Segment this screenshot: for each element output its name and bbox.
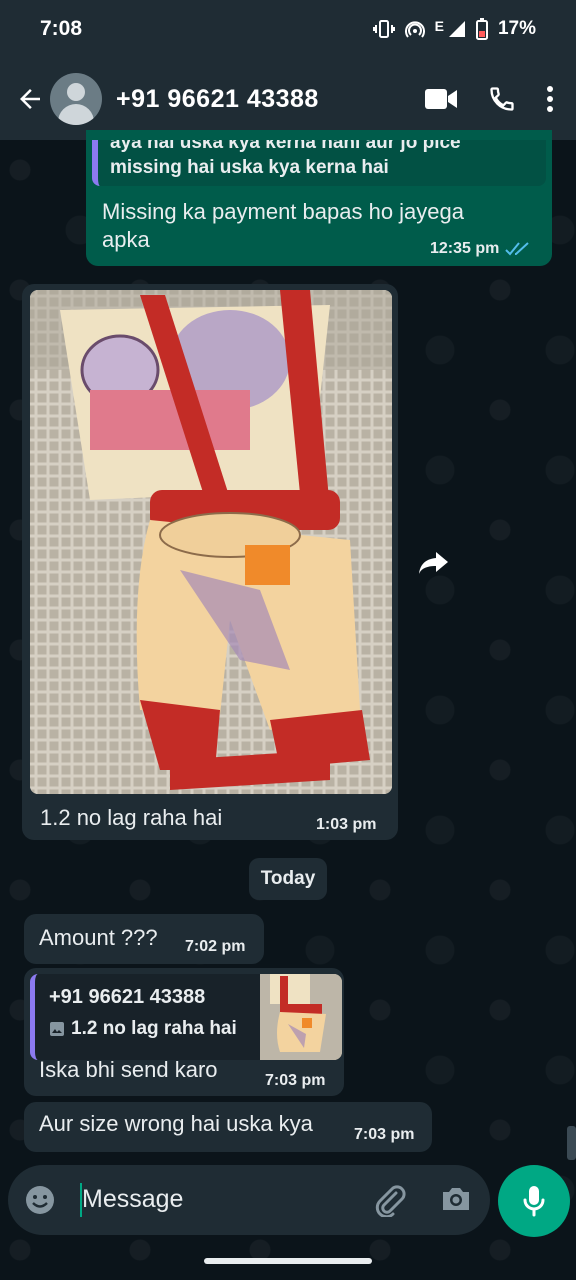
message-time: 1:03 pm [316,816,377,833]
emoji-icon [26,1186,54,1214]
mic-icon [523,1186,545,1217]
more-options-button[interactable] [546,85,554,113]
contact-name[interactable]: +91 96621 43388 [116,85,424,114]
reply-quote-text: 1.2 no lag raha hai [71,1018,237,1039]
more-vert-icon [547,86,553,112]
signal-icon [448,21,465,37]
status-bar: 7:08 E 17% [0,0,576,58]
incoming-message[interactable]: Amount ??? 7:02 pm [24,914,264,964]
battery-icon [475,18,488,40]
status-time: 7:08 [40,17,83,40]
avatar[interactable] [50,73,102,125]
camera-icon [443,1188,469,1210]
date-chip: Today [249,858,327,900]
video-call-button[interactable] [424,87,458,111]
image-caption: 1.2 no lag raha hai [40,805,223,830]
message-meta: 12:35 pm [430,240,531,258]
forward-icon [419,552,448,574]
image-icon [50,1022,64,1036]
message-time: 12:35 pm [430,240,500,257]
chat-header: +91 96621 43388 [0,58,576,140]
status-icons: E 17% [372,18,536,40]
voice-message-button[interactable] [498,1165,570,1237]
message-time: 7:02 pm [185,938,246,955]
reply-quote-content: 1.2 no lag raha hai [49,1018,237,1040]
scroll-handle[interactable] [567,1126,576,1160]
chat-screen: 7:08 E 17% +91 96621 43388 aya hai uska … [0,0,576,1280]
incoming-message[interactable]: Aur size wrong hai uska kya 7:03 pm [24,1102,432,1152]
quoted-line-2: missing hai uska kya kerna hai [110,157,389,178]
network-type: E [434,18,444,34]
message-text: Iska bhi send karo [39,1057,218,1082]
reply-quote-author: +91 96621 43388 [49,986,206,1008]
vibrate-icon [372,20,395,38]
battery-percent: 17% [497,18,536,39]
emoji-button[interactable] [24,1184,56,1221]
message-input[interactable]: Message [82,1185,183,1214]
back-arrow-icon [20,89,40,109]
image-message[interactable]: 1.2 no lag raha hai 1:03 pm [22,284,398,840]
photo-content [30,290,392,794]
gesture-nav-bar[interactable] [204,1258,372,1264]
forward-button[interactable] [418,548,452,578]
video-call-icon [425,89,457,109]
voice-call-icon [490,87,514,111]
message-time: 7:03 pm [265,1072,326,1089]
quoted-message[interactable]: aya hai uska kya kerna hani aur jo pice … [92,140,546,186]
camera-button[interactable] [440,1185,472,1218]
reply-quote[interactable]: +91 96621 43388 1.2 no lag raha hai [30,974,342,1060]
message-time: 7:03 pm [354,1126,415,1143]
message-text: Aur size wrong hai uska kya [39,1111,313,1136]
hotspot-icon [404,21,425,38]
quoted-line-1: aya hai uska kya kerna hani aur jo pice [110,140,461,153]
incoming-reply-message[interactable]: +91 96621 43388 1.2 no lag raha hai Iska… [24,968,344,1096]
attach-button[interactable] [372,1183,406,1222]
back-button[interactable] [6,75,54,123]
attach-icon [375,1185,406,1219]
double-check-icon [505,242,530,256]
message-composer[interactable]: Message [8,1165,490,1235]
voice-call-button[interactable] [488,85,516,113]
message-photo[interactable] [30,290,392,794]
reply-quote-thumbnail [260,974,342,1060]
message-text: Amount ??? [39,925,158,950]
